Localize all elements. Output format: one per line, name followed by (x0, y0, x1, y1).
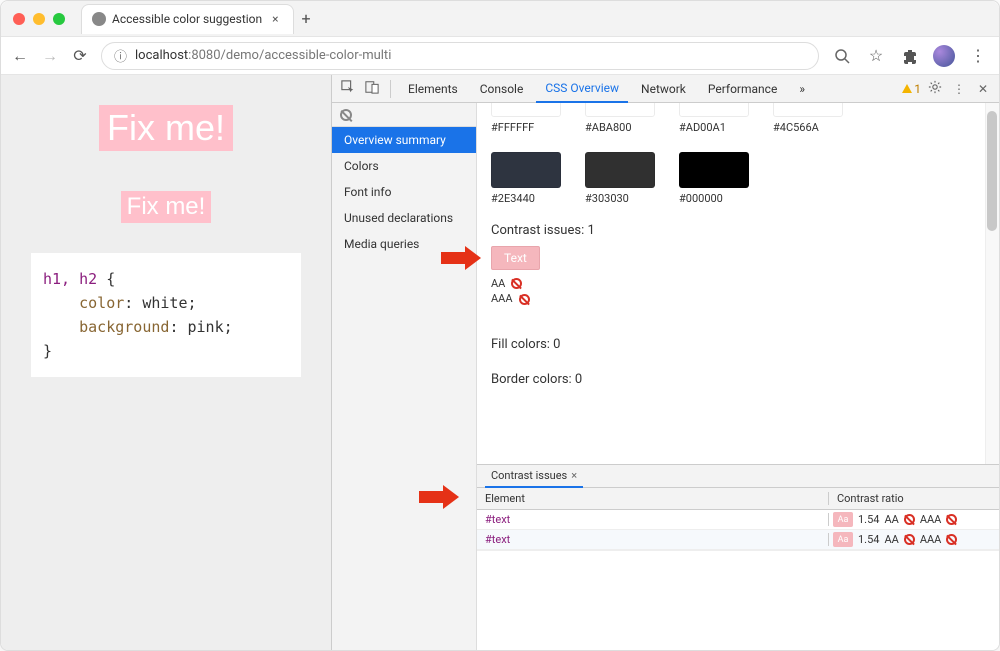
contrast-sample-badge: Aa (833, 512, 853, 527)
swatch-label: #000000 (679, 192, 723, 205)
contrast-text-swatch[interactable]: Text (491, 246, 540, 270)
traffic-lights (13, 13, 65, 25)
border-colors-heading: Border colors: 0 (491, 372, 985, 387)
fail-icon (946, 514, 957, 525)
titlebar: Accessible color suggestion × + (1, 1, 999, 37)
forward-button[interactable]: → (41, 46, 59, 66)
contrast-cell: Aa 1.54 AA AAA (829, 512, 999, 527)
contrast-ratings: AA AAA (491, 276, 985, 307)
sidebar-item-overview-summary[interactable]: Overview summary (332, 127, 476, 153)
close-window-button[interactable] (13, 13, 25, 25)
tab-elements[interactable]: Elements (399, 75, 467, 103)
swatch-label: #4C566A (773, 121, 819, 134)
extensions-icon[interactable] (899, 45, 921, 67)
fail-icon (904, 534, 915, 545)
scrollbar[interactable] (985, 103, 999, 464)
sidebar-item-colors[interactable]: Colors (332, 153, 476, 179)
close-tab-icon[interactable]: × (268, 12, 282, 26)
tab-performance[interactable]: Performance (699, 75, 786, 103)
contrast-sample-badge: Aa (833, 532, 853, 547)
fail-icon (519, 294, 530, 305)
clear-icon (340, 109, 352, 121)
url-host: localhost (135, 48, 188, 63)
url-path: /demo/accessible-color-multi (221, 48, 392, 63)
page-viewport: Fix me! Fix me! h1, h2 { color: white; b… (1, 75, 331, 650)
warnings-badge[interactable]: 1 (902, 82, 921, 96)
inspect-element-icon[interactable] (338, 80, 358, 97)
devtools-menu-icon[interactable]: ⋮ (949, 82, 969, 96)
tab-console[interactable]: Console (471, 75, 533, 103)
sidebar-item-media-queries[interactable]: Media queries (332, 231, 476, 257)
fail-icon (511, 278, 522, 289)
fail-icon (904, 514, 915, 525)
table-row[interactable]: #text Aa 1.54 AA AAA (477, 510, 999, 530)
color-swatch[interactable] (773, 103, 843, 117)
new-tab-button[interactable]: + (302, 9, 311, 28)
bookmark-star-icon[interactable]: ☆ (865, 45, 887, 67)
table-row[interactable]: #text Aa 1.54 AA AAA (477, 530, 999, 550)
table-header: Element Contrast ratio (477, 488, 999, 510)
color-swatch[interactable] (585, 103, 655, 117)
col-contrast-ratio: Contrast ratio (829, 492, 999, 505)
contrast-issues-table: Element Contrast ratio #text Aa 1.54 AA … (477, 488, 999, 550)
browser-window: Accessible color suggestion × + ← → ⟳ ⓘ … (0, 0, 1000, 651)
color-swatch[interactable] (491, 103, 561, 117)
browser-tab[interactable]: Accessible color suggestion × (81, 4, 294, 34)
browser-menu-icon[interactable]: ⋮ (967, 45, 989, 67)
page-h1: Fix me! (99, 105, 233, 151)
col-element: Element (477, 492, 829, 505)
tab-network[interactable]: Network (632, 75, 695, 103)
empty-space (477, 550, 999, 650)
sidebar-item-unused-declarations[interactable]: Unused declarations (332, 205, 476, 231)
swatch-label: #2E3440 (491, 192, 535, 205)
profile-avatar[interactable] (933, 45, 955, 67)
content-area: Fix me! Fix me! h1, h2 { color: white; b… (1, 75, 999, 650)
color-swatch[interactable] (679, 152, 749, 188)
favicon-icon (92, 12, 106, 26)
drawer-tab-contrast-issues[interactable]: Contrast issues × (485, 464, 583, 488)
element-link[interactable]: #text (477, 533, 829, 546)
color-swatch[interactable] (679, 103, 749, 117)
reload-button[interactable]: ⟳ (71, 46, 89, 65)
devtools-panel: Elements Console CSS Overview Network Pe… (331, 75, 999, 650)
settings-gear-icon[interactable] (925, 80, 945, 97)
swatch-label: #ABA800 (585, 121, 632, 134)
back-button[interactable]: ← (11, 46, 29, 66)
sidebar-item-font-info[interactable]: Font info (332, 179, 476, 205)
maximize-window-button[interactable] (53, 13, 65, 25)
overview-content: #FFFFFF #ABA800 #AD00A1 #4C566A #2E3440 … (477, 103, 999, 464)
more-tabs-button[interactable]: » (790, 75, 814, 103)
close-drawer-tab-icon[interactable]: × (571, 469, 577, 482)
url-port: :8080 (188, 48, 220, 63)
fail-icon (946, 534, 957, 545)
fill-colors-heading: Fill colors: 0 (491, 337, 985, 352)
devtools-sidebar: Overview summary Colors Font info Unused… (332, 103, 477, 650)
url-input[interactable]: ⓘ localhost:8080/demo/accessible-color-m… (101, 42, 819, 70)
minimize-window-button[interactable] (33, 13, 45, 25)
swatch-label: #FFFFFF (491, 121, 534, 134)
devtools-tabstrip: Elements Console CSS Overview Network Pe… (332, 75, 999, 103)
search-icon[interactable] (831, 45, 853, 67)
swatch-label: #303030 (585, 192, 629, 205)
element-link[interactable]: #text (477, 513, 829, 526)
swatch-label: #AD00A1 (679, 121, 726, 134)
info-icon[interactable]: ⓘ (114, 46, 127, 65)
tab-css-overview[interactable]: CSS Overview (536, 75, 628, 103)
color-swatch[interactable] (585, 152, 655, 188)
contrast-cell: Aa 1.54 AA AAA (829, 532, 999, 547)
close-devtools-icon[interactable]: ✕ (973, 82, 993, 96)
contrast-issues-heading: Contrast issues: 1 (491, 223, 985, 238)
code-snippet: h1, h2 { color: white; background: pink;… (31, 253, 301, 377)
device-toolbar-icon[interactable] (362, 80, 382, 97)
address-bar: ← → ⟳ ⓘ localhost:8080/demo/accessible-c… (1, 37, 999, 75)
clear-overview-button[interactable] (332, 103, 476, 127)
warning-icon (902, 84, 912, 93)
tab-title: Accessible color suggestion (112, 12, 262, 26)
color-swatch[interactable] (491, 152, 561, 188)
page-h2: Fix me! (121, 191, 212, 223)
drawer-tabstrip: Contrast issues × (477, 464, 999, 488)
devtools-main: #FFFFFF #ABA800 #AD00A1 #4C566A #2E3440 … (477, 103, 999, 650)
